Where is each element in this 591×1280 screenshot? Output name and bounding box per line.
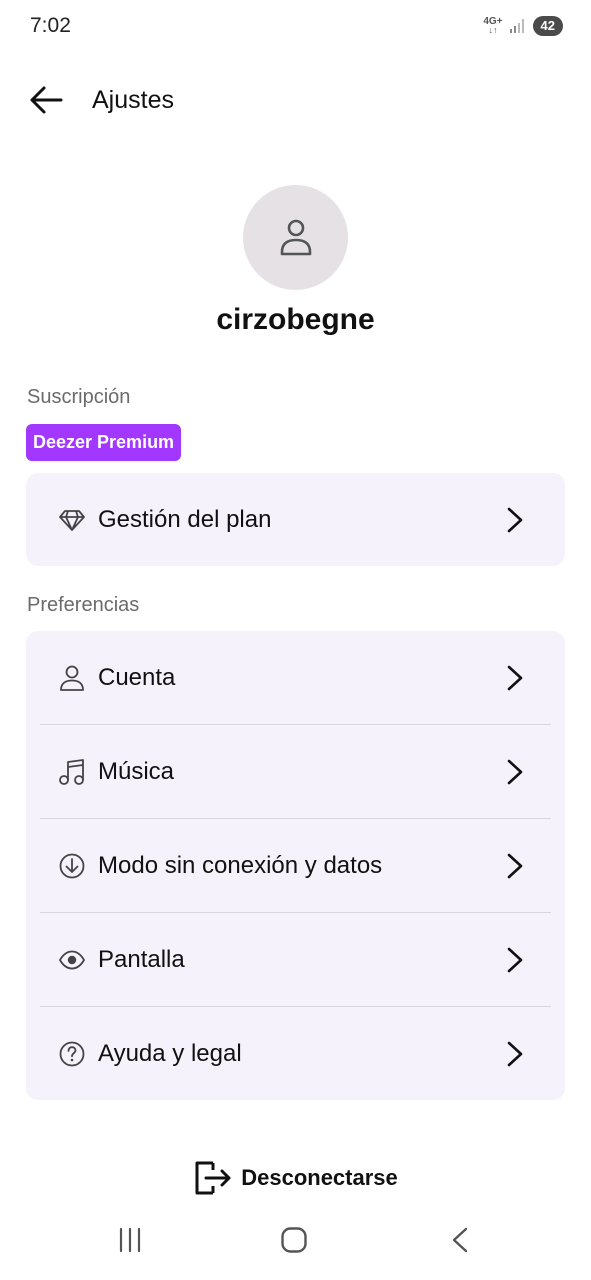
chevron-right-icon xyxy=(507,759,523,784)
display-item[interactable]: Pantalla xyxy=(26,913,565,1006)
diamond-icon xyxy=(58,506,86,534)
account-item[interactable]: Cuenta xyxy=(26,631,565,724)
back-icon xyxy=(452,1227,468,1253)
preferences-card: Cuenta Música Modo sin conexión y datos xyxy=(26,631,565,1100)
avatar[interactable] xyxy=(243,185,348,290)
eye-icon xyxy=(58,946,86,974)
chevron-right-icon xyxy=(507,507,523,532)
status-icons: 4G+ ↓↑ 42 xyxy=(483,16,563,36)
signal-icon xyxy=(509,19,524,33)
logout-label: Desconectarse xyxy=(241,1165,398,1190)
home-button[interactable] xyxy=(274,1222,314,1258)
subscription-section-label: Suscripción xyxy=(27,386,131,408)
account-label: Cuenta xyxy=(98,663,176,691)
username: cirzobegne xyxy=(216,303,375,336)
offline-data-label: Modo sin conexión y datos xyxy=(98,851,383,879)
music-label: Música xyxy=(98,757,175,785)
music-note-icon xyxy=(58,758,86,786)
help-circle-icon xyxy=(58,1040,86,1068)
recents-icon xyxy=(119,1227,141,1253)
offline-data-item[interactable]: Modo sin conexión y datos xyxy=(26,819,565,912)
battery-indicator: 42 xyxy=(532,16,563,36)
logout-icon xyxy=(195,1161,231,1195)
page-title: Ajustes xyxy=(92,86,174,114)
music-item[interactable]: Música xyxy=(26,725,565,818)
person-icon xyxy=(280,219,311,255)
chevron-right-icon xyxy=(507,1041,523,1066)
system-nav-bar xyxy=(0,1210,591,1270)
plan-management-label: Gestión del plan xyxy=(98,505,272,533)
display-label: Pantalla xyxy=(98,945,185,973)
logout-button[interactable]: Desconectarse xyxy=(0,1156,591,1200)
app-bar: Ajustes xyxy=(0,70,591,130)
system-back-button[interactable] xyxy=(440,1222,480,1258)
chevron-right-icon xyxy=(507,947,523,972)
home-icon xyxy=(281,1227,307,1253)
preferences-section-label: Preferencias xyxy=(27,594,140,616)
premium-badge: Deezer Premium xyxy=(26,424,182,461)
arrow-back-icon xyxy=(30,86,63,114)
status-time: 7:02 xyxy=(30,14,71,37)
chevron-right-icon xyxy=(507,853,523,878)
help-legal-item[interactable]: Ayuda y legal xyxy=(26,1007,565,1100)
download-circle-icon xyxy=(58,852,86,880)
plan-management-item[interactable]: Gestión del plan xyxy=(26,473,565,566)
recents-button[interactable] xyxy=(110,1222,150,1258)
network-type-icon: 4G+ ↓↑ xyxy=(483,16,503,35)
subscription-card: Gestión del plan xyxy=(26,473,565,566)
back-button[interactable] xyxy=(24,80,68,120)
help-legal-label: Ayuda y legal xyxy=(98,1039,242,1067)
status-bar: 7:02 4G+ ↓↑ 42 xyxy=(0,0,591,54)
chevron-right-icon xyxy=(507,665,523,690)
person-icon xyxy=(58,664,86,692)
